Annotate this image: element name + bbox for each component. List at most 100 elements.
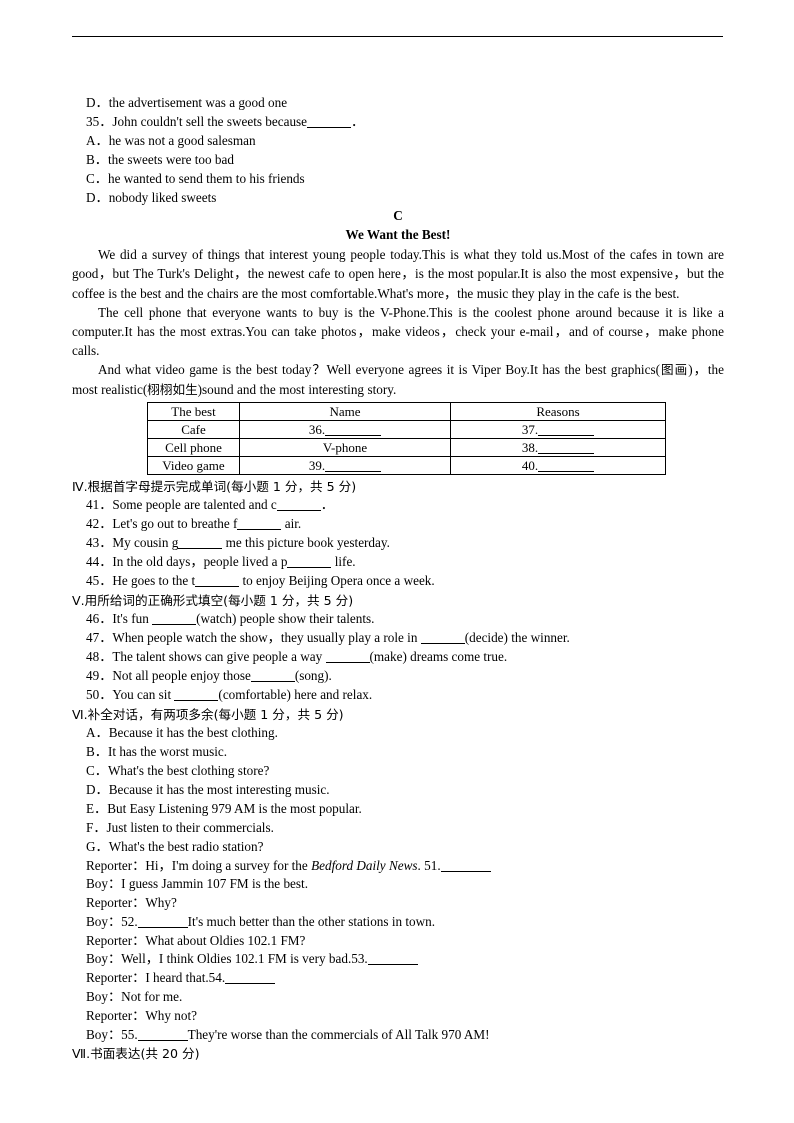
dialogue-option-a: A．Because it has the best clothing. (86, 725, 278, 741)
item-46-blank (152, 624, 197, 626)
item-50-before: You can sit (112, 686, 175, 702)
passage-paragraph-3: And what video game is the best today？We… (72, 360, 724, 398)
item-46-after: (watch) people show their talents. (196, 611, 375, 627)
section-6-roman: Ⅵ (72, 706, 84, 722)
item-48-before: The talent shows can give people a way (112, 649, 326, 665)
item-42-number: 42． (86, 516, 113, 532)
mc-option-d-previous: D．the advertisement was a good one (86, 95, 288, 110)
dialogue-line-reporter-why: Reporter：Why? (72, 894, 724, 913)
item-49-before: Not all people enjoy those (112, 667, 251, 683)
item-44-number: 44． (86, 554, 113, 569)
table-cell-reason-40: 40. (450, 455, 666, 475)
question-35-suffix: ． (351, 113, 365, 129)
item-44-after: life. (331, 554, 356, 569)
dialogue-55-blank (137, 1039, 188, 1041)
answer-number-39: 39. (308, 457, 326, 473)
item-50-blank (174, 699, 219, 701)
item-45-after: to enjoy Beijing Opera once a week. (239, 572, 435, 588)
passage-title: We Want the Best! (345, 227, 451, 243)
table-cell-name-vphone: V-phone (239, 437, 451, 457)
survey-table: The best Name Reasons Cafe 36. 37. Cell … (147, 401, 666, 475)
item-43-before: My cousin g (112, 535, 179, 551)
dialogue-line-51: Reporter：Hi，I'm doing a survey for the B… (72, 857, 724, 876)
dialogue-53-blank (367, 964, 418, 966)
dialogue-option-f: F．Just listen to their commercials. (86, 819, 274, 835)
dialogue-speaker-reporter: Reporter： (86, 857, 146, 873)
section-7-title: .书面表达(共 20 分) (86, 1046, 200, 1062)
dialogue-55-number: 55. (121, 1026, 138, 1042)
dialogue-speaker-reporter: Reporter： (86, 895, 146, 911)
dialogue-option-g: G．What's the best radio station? (86, 838, 264, 854)
header-rule (72, 36, 723, 37)
table-header-reasons: Reasons (450, 401, 666, 421)
item-45: 45．He goes to the t to enjoy Beijing Ope… (72, 572, 724, 591)
passage-p3-part-a: And what video game is the best today？We… (98, 362, 660, 378)
dialogue-52-blank (137, 926, 188, 928)
item-48-number: 48． (86, 649, 113, 665)
dialogue-speaker-boy: Boy： (86, 951, 122, 967)
section-heading-7: Ⅶ.书面表达(共 20 分) (72, 1044, 724, 1063)
dialogue-option-c: C．What's the best clothing store? (86, 762, 270, 778)
dialogue-51-blank (440, 870, 491, 872)
dialogue-51-before: Hi，I'm doing a survey for the (145, 857, 312, 873)
item-47-blank (420, 643, 465, 645)
question-35: 35．John couldn't sell the sweets because… (72, 113, 724, 132)
mc-option-d: D．nobody liked sweets (86, 189, 217, 205)
section-5-title: .用所给词的正确形式填空(每小题 1 分，共 5 分) (80, 592, 354, 608)
passage-p3-gloss-graphics: 图画 (659, 362, 689, 378)
item-49: 49．Not all people enjoy those (song). (72, 667, 724, 686)
item-41-after: ． (320, 497, 334, 513)
dialogue-line-52: Boy：52. It's much better than the other s… (72, 913, 724, 932)
passage-section-letter: C (393, 208, 403, 224)
item-43: 43．My cousin g me this picture book yest… (72, 534, 724, 553)
answer-blank-39 (325, 470, 382, 472)
passage-p3-part-c: )sound and the most interesting story. (197, 381, 397, 397)
item-43-number: 43． (86, 535, 113, 551)
question-35-text: 35．John couldn't sell the sweets because (86, 113, 308, 129)
item-45-blank (195, 585, 240, 587)
passage-paragraph-2: The cell phone that everyone wants to bu… (72, 304, 724, 359)
item-50-number: 50． (86, 686, 113, 702)
document-page: D．the advertisement was a good one 35．Jo… (0, 0, 794, 1123)
answer-blank-36 (325, 434, 382, 436)
dialogue-52-after: It's much better than the other stations… (187, 913, 436, 929)
item-46-before: It's fun (112, 611, 153, 627)
dialogue-speaker-boy: Boy： (86, 1026, 122, 1042)
table-row: Cafe 36. 37. (147, 419, 666, 439)
dialogue-boy-not-for-me-text: Not for me. (121, 989, 183, 1005)
dialogue-reporter-why-not-text: Why not? (145, 1007, 197, 1023)
table-header-row: The best Name Reasons (147, 401, 666, 421)
item-46: 46．It's fun (watch) people show their ta… (72, 610, 724, 629)
mc-option-c: C．he wanted to send them to his friends (86, 170, 305, 186)
document-body: D．the advertisement was a good one 35．Jo… (72, 94, 724, 1064)
table-cell-reason-38: 38. (450, 437, 666, 457)
dialogue-line-boy-1: Boy：I guess Jammin 107 FM is the best. (72, 875, 724, 894)
dialogue-speaker-boy: Boy： (86, 876, 122, 892)
item-44-before: In the old days，people lived a p (112, 554, 288, 569)
passage-p3-gloss-realistic: 栩栩如生 (147, 381, 198, 397)
item-47: 47．When people watch the show，they usual… (72, 629, 724, 648)
dialogue-speaker-reporter: Reporter： (86, 932, 146, 948)
item-44-blank (287, 567, 332, 568)
item-42-after: air. (281, 516, 302, 532)
section-heading-4: Ⅳ.根据首字母提示完成单词(每小题 1 分，共 5 分) (72, 477, 724, 496)
dialogue-51-newspaper: Bedford Daily News (311, 857, 418, 873)
item-48-after: (make) dreams come true. (369, 649, 508, 665)
item-50: 50．You can sit (comfortable) here and re… (72, 686, 724, 705)
item-45-before: He goes to the t (112, 572, 196, 588)
section-5-roman: Ⅴ (72, 592, 81, 608)
item-42-blank (237, 529, 282, 531)
section-heading-5: Ⅴ.用所给词的正确形式填空(每小题 1 分，共 5 分) (72, 591, 724, 610)
item-47-number: 47． (86, 630, 113, 646)
item-46-number: 46． (86, 611, 113, 627)
item-43-after: me this picture book yesterday. (222, 535, 390, 551)
mc-option-a: A．he was not a good salesman (86, 132, 256, 148)
dialogue-54-before: I heard that.54. (145, 970, 226, 986)
dialogue-speaker-reporter: Reporter： (86, 1007, 146, 1023)
item-45-number: 45． (86, 572, 113, 588)
passage-paragraph-1: We did a survey of things that interest … (72, 247, 724, 301)
dialogue-55-after: They're worse than the commercials of Al… (187, 1026, 490, 1042)
item-44: 44．In the old days，people lived a p life… (72, 553, 724, 572)
item-49-after: (song). (294, 667, 332, 683)
item-43-blank (178, 548, 223, 550)
